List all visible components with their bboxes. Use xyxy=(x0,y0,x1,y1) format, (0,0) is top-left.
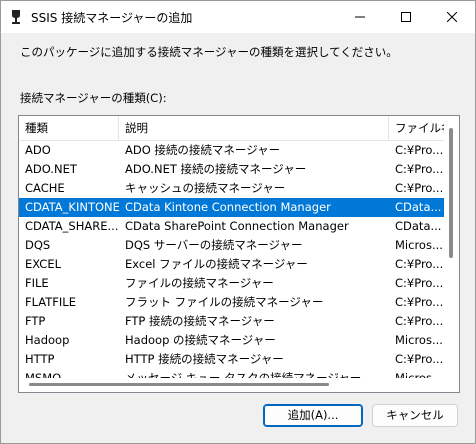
row-type: ADO.NET xyxy=(25,162,77,176)
vertical-scrollbar[interactable] xyxy=(444,116,459,378)
row-type: FTP xyxy=(25,314,46,328)
row-description: ファイルの接続マネージャー xyxy=(125,276,274,290)
list-row[interactable]: DQS DQS サーバーの接続マネージャー Micros... xyxy=(19,236,444,255)
minimize-icon xyxy=(355,16,365,18)
vertical-scroll-thumb[interactable] xyxy=(449,128,453,258)
row-filename: Micros... xyxy=(395,333,443,347)
list-row[interactable]: HTTP HTTP 接続の接続マネージャー C:¥Pro... xyxy=(19,350,444,369)
scrollbar-corner xyxy=(444,378,459,392)
row-filename: C:¥Pro... xyxy=(395,143,444,157)
row-filename: C:¥Pro... xyxy=(395,181,444,195)
instruction-text: このパッケージに追加する接続マネージャーの種類を選択してください。 xyxy=(20,45,398,59)
row-type: Hadoop xyxy=(25,333,70,347)
row-description: Excel ファイルの接続マネージャー xyxy=(125,257,308,271)
column-header-type[interactable]: 種類 xyxy=(19,116,119,140)
minimize-button[interactable] xyxy=(337,1,383,33)
row-description: メッセージ キュー タスクの接続マネージャー xyxy=(125,371,362,378)
row-description: DQS サーバーの接続マネージャー xyxy=(125,238,303,252)
row-description: HTTP 接続の接続マネージャー xyxy=(125,352,284,366)
row-filename: CData... xyxy=(395,219,442,233)
list-row[interactable]: MSMQ メッセージ キュー タスクの接続マネージャー Micros... xyxy=(19,369,444,378)
row-type: EXCEL xyxy=(25,257,62,271)
row-type: HTTP xyxy=(25,352,55,366)
list-rows: ADO ADO 接続の接続マネージャー C:¥Pro... ADO.NET AD… xyxy=(19,141,444,378)
add-button[interactable]: 追加(A)... xyxy=(263,404,363,427)
row-type: FLATFILE xyxy=(25,295,76,309)
row-description: CData Kintone Connection Manager xyxy=(125,200,331,214)
row-type: CACHE xyxy=(25,181,65,195)
row-description: ADO 接続の接続マネージャー xyxy=(125,143,281,157)
close-icon xyxy=(447,12,457,22)
row-type: CDATA_SHARE... xyxy=(25,219,119,233)
row-filename: C:¥Pro... xyxy=(395,295,444,309)
list-row[interactable]: CDATA_SHARE... CData SharePoint Connecti… xyxy=(19,217,444,236)
column-header-description[interactable]: 説明 xyxy=(119,116,389,140)
connection-type-list[interactable]: 種類 説明 ファイル名 ADO ADO 接続の接続マネージャー C:¥Pro..… xyxy=(18,115,460,393)
row-description: キャッシュの接続マネージャー xyxy=(125,181,286,195)
cancel-button[interactable]: キャンセル xyxy=(372,404,458,427)
row-type: ADO xyxy=(25,143,51,157)
row-description: Hadoop の接続マネージャー xyxy=(125,333,276,347)
row-filename: Micros... xyxy=(395,371,443,378)
close-button[interactable] xyxy=(429,1,475,33)
maximize-button[interactable] xyxy=(383,1,429,33)
row-filename: C:¥Pro... xyxy=(395,257,444,271)
row-filename: C:¥Pro... xyxy=(395,276,444,290)
row-filename: C:¥Pro... xyxy=(395,314,444,328)
row-type: FILE xyxy=(25,276,49,290)
list-row[interactable]: FTP FTP 接続の接続マネージャー C:¥Pro... xyxy=(19,312,444,331)
title-bar: SSIS 接続マネージャーの追加 xyxy=(1,1,475,33)
list-row-selected[interactable]: CDATA_KINTONE CData Kintone Connection M… xyxy=(19,198,444,217)
row-description: フラット ファイルの接続マネージャー xyxy=(125,295,324,309)
row-description: CData SharePoint Connection Manager xyxy=(125,219,349,233)
list-row[interactable]: FILE ファイルの接続マネージャー C:¥Pro... xyxy=(19,274,444,293)
list-row[interactable]: CACHE キャッシュの接続マネージャー C:¥Pro... xyxy=(19,179,444,198)
horizontal-scrollbar[interactable] xyxy=(19,378,444,392)
row-type: DQS xyxy=(25,238,51,252)
row-description: FTP 接続の接続マネージャー xyxy=(125,314,275,328)
row-filename: Micros... xyxy=(395,238,443,252)
dialog-window: SSIS 接続マネージャーの追加 このパッケージに追加する接続マネージャーの種類… xyxy=(0,0,476,444)
maximize-icon xyxy=(401,12,411,22)
list-header: 種類 説明 ファイル名 xyxy=(19,116,444,141)
row-type: CDATA_KINTONE xyxy=(25,200,119,214)
list-row[interactable]: ADO.NET ADO.NET 接続の接続マネージャー C:¥Pro... xyxy=(19,160,444,179)
row-type: MSMQ xyxy=(25,371,62,378)
list-label: 接続マネージャーの種類(C): xyxy=(20,91,167,105)
row-filename: C:¥Pro... xyxy=(395,162,444,176)
list-row[interactable]: Hadoop Hadoop の接続マネージャー Micros... xyxy=(19,331,444,350)
row-filename: CData... xyxy=(395,200,442,214)
list-row[interactable]: EXCEL Excel ファイルの接続マネージャー C:¥Pro... xyxy=(19,255,444,274)
row-description: ADO.NET 接続の接続マネージャー xyxy=(125,162,307,176)
row-filename: C:¥Pro... xyxy=(395,352,444,366)
column-header-filename[interactable]: ファイル名 xyxy=(389,116,444,140)
list-row[interactable]: ADO ADO 接続の接続マネージャー C:¥Pro... xyxy=(19,141,444,160)
database-icon xyxy=(9,9,23,25)
list-row[interactable]: FLATFILE フラット ファイルの接続マネージャー C:¥Pro... xyxy=(19,293,444,312)
window-title: SSIS 接続マネージャーの追加 xyxy=(31,11,193,25)
horizontal-scroll-thumb[interactable] xyxy=(29,383,329,386)
